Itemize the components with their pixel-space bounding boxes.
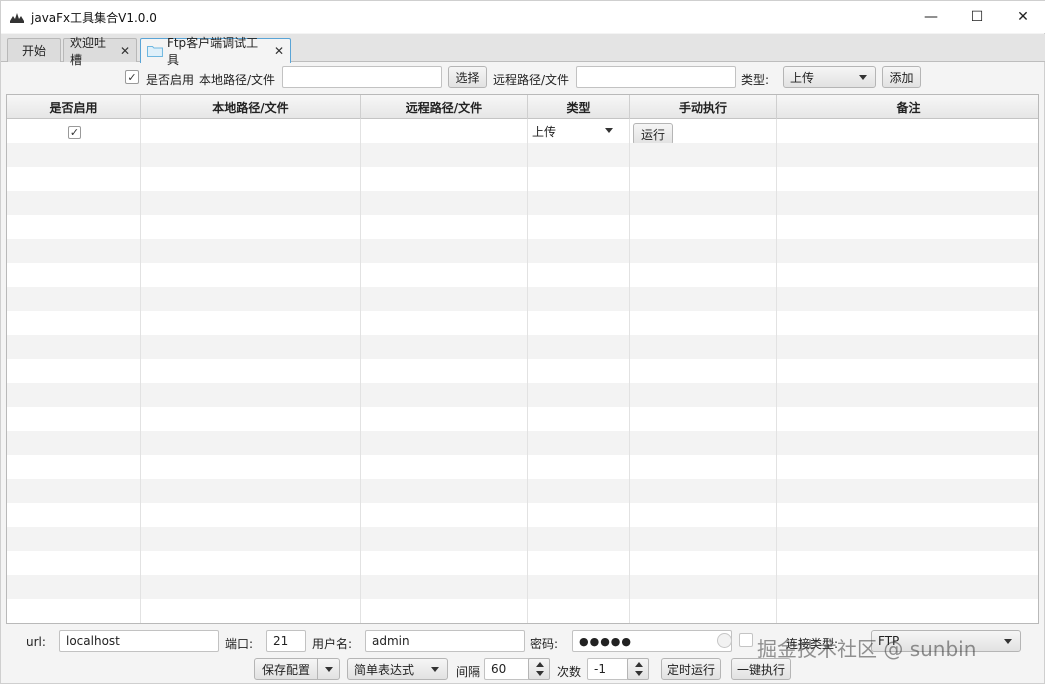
empty-table-row <box>7 335 1038 359</box>
arrow-down-icon[interactable] <box>536 671 544 676</box>
save-config-dropdown[interactable] <box>318 658 341 680</box>
chevron-down-icon <box>859 75 867 80</box>
conn-option-checkbox[interactable] <box>739 633 753 647</box>
tab-ftp-client[interactable]: Ftp客户端调试工具 ✕ <box>140 36 291 67</box>
arrow-up-icon[interactable] <box>536 662 544 667</box>
timed-run-button[interactable]: 定时运行 <box>661 658 721 680</box>
column-header-enabled[interactable]: 是否启用 <box>7 95 141 119</box>
password-input[interactable]: ●●●●● <box>572 630 732 652</box>
close-tab-icon[interactable]: ✕ <box>274 44 284 58</box>
folder-icon <box>147 46 163 57</box>
empty-table-row <box>7 143 1038 167</box>
empty-table-row <box>7 599 1038 623</box>
empty-table-row <box>7 503 1038 527</box>
empty-table-row <box>7 239 1038 263</box>
table-header: 是否启用 本地路径/文件 远程路径/文件 类型 手动执行 备注 <box>7 95 1038 119</box>
url-input[interactable]: localhost <box>59 630 219 652</box>
window-title: javaFx工具集合V1.0.0 <box>31 10 157 25</box>
minimize-button[interactable]: — <box>908 1 954 33</box>
empty-table-row <box>7 167 1038 191</box>
interval-label: 间隔 <box>456 665 481 679</box>
expression-type-select[interactable]: 简单表达式 <box>347 658 448 680</box>
empty-table-row <box>7 575 1038 599</box>
choose-file-button[interactable]: 选择 <box>448 66 487 88</box>
empty-table-row <box>7 479 1038 503</box>
column-header-type[interactable]: 类型 <box>528 95 630 119</box>
empty-table-row <box>7 455 1038 479</box>
type-label: 类型: <box>741 73 770 87</box>
row-enabled-checkbox[interactable]: ✓ <box>68 126 81 139</box>
add-button[interactable]: 添加 <box>882 66 921 88</box>
interval-spin-buttons[interactable] <box>528 658 550 680</box>
title-bar: javaFx工具集合V1.0.0 — ☐ ✕ <box>1 1 1045 33</box>
empty-table-row <box>7 287 1038 311</box>
empty-table-row <box>7 383 1038 407</box>
username-input[interactable]: admin <box>365 630 525 652</box>
empty-table-row <box>7 263 1038 287</box>
count-input[interactable]: -1 <box>587 658 629 680</box>
arrow-down-icon[interactable] <box>635 671 643 676</box>
empty-table-row <box>7 431 1038 455</box>
task-table: 是否启用 本地路径/文件 远程路径/文件 类型 手动执行 备注 ✓ 上传 运行 <box>6 94 1039 624</box>
column-header-note[interactable]: 备注 <box>777 95 1038 119</box>
count-label: 次数 <box>557 665 582 679</box>
close-tab-icon[interactable]: ✕ <box>120 44 130 58</box>
save-config-split-button[interactable]: 保存配置 <box>254 658 341 680</box>
empty-table-row <box>7 551 1038 575</box>
local-path-label: 本地路径/文件 <box>199 73 276 87</box>
empty-table-row <box>7 191 1038 215</box>
empty-table-row <box>7 407 1038 431</box>
empty-table-row <box>7 311 1038 335</box>
app-window: javaFx工具集合V1.0.0 — ☐ ✕ 开始 欢迎吐槽 ✕ Ftp客户端调… <box>0 0 1045 684</box>
column-header-remote-path[interactable]: 远程路径/文件 <box>361 95 528 119</box>
password-label: 密码: <box>530 637 559 651</box>
tab-start[interactable]: 开始 <box>7 38 61 62</box>
arrow-up-icon[interactable] <box>635 662 643 667</box>
tab-label: 开始 <box>21 44 46 58</box>
tab-bar: 开始 欢迎吐槽 ✕ Ftp客户端调试工具 ✕ <box>1 34 1045 67</box>
type-select[interactable]: 上传 <box>783 66 876 88</box>
tab-feedback[interactable]: 欢迎吐槽 ✕ <box>63 36 137 67</box>
enabled-label: 是否启用 <box>146 73 195 87</box>
interval-spinner[interactable]: 60 <box>484 658 550 680</box>
remote-path-input[interactable] <box>576 66 736 88</box>
empty-table-row <box>7 215 1038 239</box>
count-spinner[interactable]: -1 <box>587 658 649 680</box>
chevron-down-icon <box>431 667 439 672</box>
remote-path-label: 远程路径/文件 <box>493 73 570 87</box>
tab-label: 欢迎吐槽 <box>70 35 107 67</box>
empty-table-row <box>7 623 1038 624</box>
java-app-icon <box>9 9 25 25</box>
local-path-input[interactable] <box>282 66 442 88</box>
count-spin-buttons[interactable] <box>627 658 649 680</box>
watermark: 掘金技术社区 @ sunbin <box>757 637 977 661</box>
tab-label: Ftp客户端调试工具 <box>166 36 259 67</box>
chevron-down-icon[interactable] <box>605 128 613 133</box>
chevron-down-icon <box>1004 639 1012 644</box>
port-label: 端口: <box>225 637 254 651</box>
type-select-value: 上传 <box>790 70 815 85</box>
interval-input[interactable]: 60 <box>484 658 530 680</box>
show-password-icon[interactable] <box>717 633 732 648</box>
chevron-down-icon <box>325 667 334 672</box>
column-header-local-path[interactable]: 本地路径/文件 <box>141 95 361 119</box>
username-label: 用户名: <box>312 637 353 651</box>
close-window-button[interactable]: ✕ <box>1000 1 1045 33</box>
row-run-button[interactable]: 运行 <box>633 123 673 145</box>
port-input[interactable]: 21 <box>266 630 306 652</box>
table-row[interactable]: ✓ 上传 运行 <box>7 119 1038 145</box>
url-label: url: <box>26 635 46 649</box>
save-config-button[interactable]: 保存配置 <box>254 658 319 680</box>
add-task-toolbar: ✓ 是否启用 本地路径/文件 选择 远程路径/文件 类型: 上传 添加 <box>1 64 1045 92</box>
empty-table-row <box>7 527 1038 551</box>
table-body: ✓ 上传 运行 <box>7 119 1038 623</box>
enabled-checkbox[interactable]: ✓ <box>125 70 139 84</box>
maximize-button[interactable]: ☐ <box>954 1 1000 33</box>
expression-type-value: 简单表达式 <box>354 662 415 677</box>
row-type-value[interactable]: 上传 <box>532 123 556 140</box>
empty-table-row <box>7 359 1038 383</box>
column-header-manual-run[interactable]: 手动执行 <box>630 95 777 119</box>
